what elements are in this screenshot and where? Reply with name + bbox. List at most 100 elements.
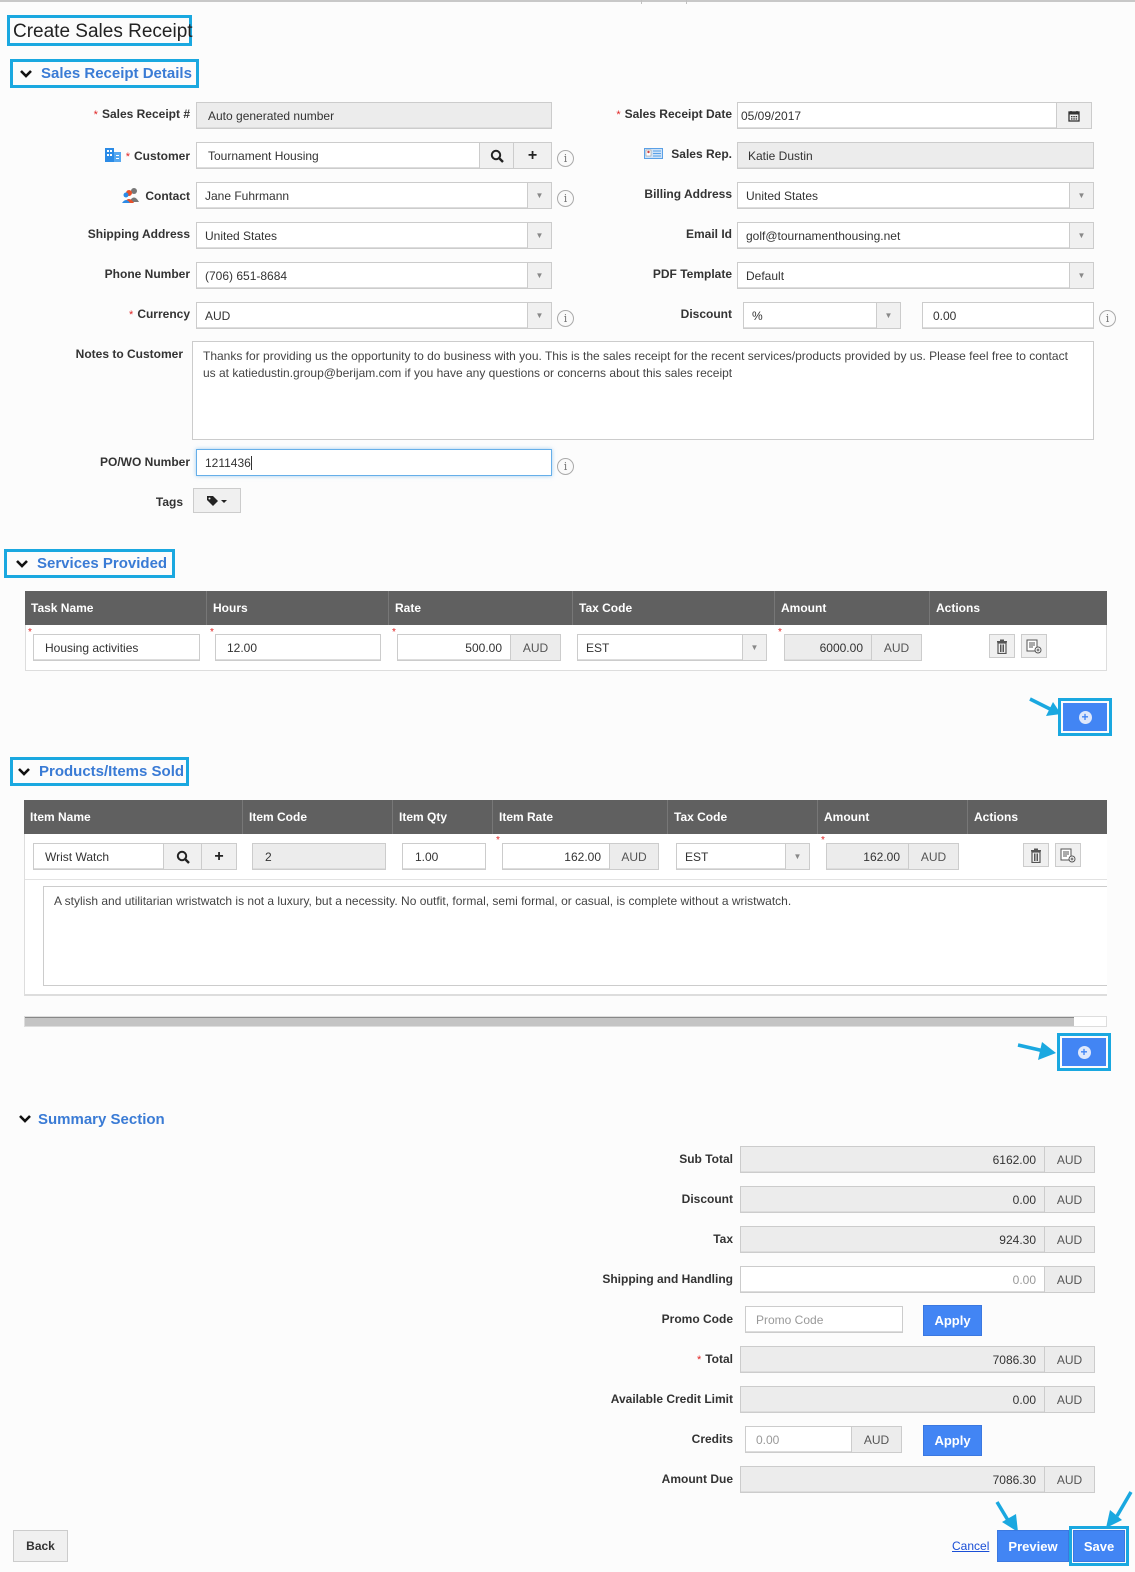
discount-type-select[interactable]: % ▼: [743, 302, 901, 329]
note-add-icon: [1060, 848, 1076, 862]
add-service-row-button[interactable]: +: [1058, 698, 1112, 736]
item-rate-input[interactable]: 162.00: [502, 843, 610, 870]
tag-icon: [207, 495, 227, 506]
contacts-icon: [122, 188, 140, 203]
column-header: Actions: [974, 810, 1019, 824]
discount-value-input[interactable]: 0.00: [922, 302, 1094, 329]
column-header: Item Qty: [393, 800, 493, 834]
total-field: 7086.30: [740, 1346, 1045, 1373]
add-product-row-button[interactable]: +: [1057, 1033, 1111, 1071]
add-item-description-button[interactable]: [1055, 843, 1081, 867]
delete-item-button[interactable]: [1023, 843, 1049, 867]
discount-info-icon[interactable]: i: [1099, 310, 1116, 327]
summary-discount-field: 0.00: [740, 1186, 1045, 1213]
preview-button[interactable]: Preview: [997, 1530, 1069, 1562]
billing-address-label: Billing Address: [644, 187, 732, 201]
dropdown-caret-icon: ▼: [1069, 183, 1093, 208]
column-header: Item Name: [24, 800, 243, 834]
column-header: Hours: [207, 591, 389, 625]
shipping-input[interactable]: 0.00: [740, 1266, 1045, 1293]
customer-info-icon[interactable]: i: [557, 150, 574, 167]
tax-code-select[interactable]: EST ▼: [577, 634, 767, 661]
section-title: Sales Receipt Details: [41, 65, 192, 82]
credits-input[interactable]: 0.00: [745, 1426, 852, 1453]
email-id-select[interactable]: golf@tournamenthousing.net ▼: [737, 222, 1094, 249]
pdf-template-select[interactable]: Default ▼: [737, 262, 1094, 289]
task-name-input[interactable]: Housing activities: [33, 634, 200, 661]
item-qty-input[interactable]: 1.00: [402, 843, 486, 870]
customer-search-button[interactable]: [479, 142, 514, 169]
chevron-down-icon: [19, 1115, 31, 1123]
rate-input[interactable]: 500.00: [397, 634, 511, 661]
customer-label: * Customer: [30, 147, 190, 163]
po-wo-info-icon[interactable]: i: [557, 458, 574, 475]
promo-apply-button[interactable]: Apply: [923, 1305, 982, 1336]
section-title: Summary Section: [38, 1110, 165, 1128]
sales-receipt-date-input[interactable]: 05/09/2017: [737, 102, 1057, 129]
section-header-summary[interactable]: Summary Section: [18, 1109, 165, 1129]
credit-limit-field: 0.00: [740, 1386, 1045, 1413]
tags-label: Tags: [155, 495, 183, 509]
annotation-arrow: [1106, 1491, 1133, 1528]
notes-textarea[interactable]: Thanks for providing us the opportunity …: [192, 341, 1094, 440]
dropdown-caret-icon: ▼: [1069, 263, 1093, 288]
dropdown-caret-icon: ▼: [527, 183, 551, 208]
amount-due-label: Amount Due: [661, 1472, 733, 1486]
dropdown-caret-icon: ▼: [527, 303, 551, 328]
column-header: Item Code: [243, 800, 393, 834]
section-header-details[interactable]: Sales Receipt Details: [10, 59, 199, 88]
credits-currency: AUD: [851, 1426, 902, 1453]
column-header: Amount: [775, 591, 930, 625]
section-header-products[interactable]: Products/Items Sold: [10, 757, 189, 786]
annotation-arrow: [995, 1501, 1018, 1532]
promo-code-input[interactable]: Promo Code: [745, 1306, 903, 1333]
trash-icon: [1031, 848, 1041, 863]
delete-row-button[interactable]: [989, 634, 1015, 658]
item-amount-field: 162.00: [826, 843, 909, 870]
credits-apply-button[interactable]: Apply: [923, 1425, 982, 1456]
summary-discount-label: Discount: [681, 1192, 733, 1206]
sub-total-currency: AUD: [1044, 1146, 1095, 1173]
total-currency: AUD: [1044, 1346, 1095, 1373]
column-header: Actions: [936, 601, 981, 615]
add-description-button[interactable]: [1021, 634, 1047, 658]
customer-input[interactable]: Tournament Housing: [196, 142, 480, 169]
tags-dropdown-button[interactable]: [193, 488, 241, 513]
plus-icon: +: [527, 146, 538, 164]
back-button[interactable]: Back: [13, 1530, 68, 1562]
item-rate-currency: AUD: [609, 843, 659, 870]
item-tax-code-select[interactable]: EST ▼: [676, 843, 810, 870]
column-header: Tax Code: [668, 800, 818, 834]
hours-input[interactable]: 12.00: [215, 634, 381, 661]
item-name-input[interactable]: Wrist Watch: [33, 843, 164, 870]
chevron-down-icon: [18, 767, 30, 776]
save-button[interactable]: Save: [1073, 1530, 1125, 1562]
total-label: * Total: [696, 1352, 733, 1366]
section-title: Products/Items Sold: [39, 763, 185, 780]
section-header-services[interactable]: Services Provided: [4, 549, 175, 578]
item-search-button[interactable]: [163, 843, 202, 870]
item-description-textarea[interactable]: A stylish and utilitarian wristwatch is …: [43, 886, 1107, 986]
services-table-header: Task Name Hours Rate Tax Code Amount Act…: [25, 591, 1107, 625]
shipping-address-label: Shipping Address: [87, 227, 190, 241]
horizontal-scrollbar[interactable]: [24, 1016, 1107, 1027]
phone-number-select[interactable]: (706) 651-8684 ▼: [196, 262, 552, 289]
calendar-button[interactable]: [1056, 102, 1092, 129]
scrollbar-thumb[interactable]: [25, 1017, 1074, 1026]
billing-address-select[interactable]: United States ▼: [737, 182, 1094, 209]
customer-add-button[interactable]: +: [513, 142, 552, 169]
search-icon: [490, 149, 504, 163]
id-card-icon: [644, 148, 664, 159]
po-wo-number-input[interactable]: 1211436: [196, 449, 552, 476]
contact-info-icon[interactable]: i: [557, 190, 574, 207]
dropdown-caret-icon: ▼: [742, 635, 766, 660]
item-add-button[interactable]: +: [201, 843, 237, 870]
contact-select[interactable]: Jane Fuhrmann ▼: [196, 182, 552, 209]
annotation-arrow: [1017, 1042, 1056, 1060]
currency-select[interactable]: AUD ▼: [196, 302, 552, 329]
discount-label: Discount: [680, 307, 732, 321]
shipping-address-select[interactable]: United States ▼: [196, 222, 552, 249]
cancel-link[interactable]: Cancel: [952, 1539, 989, 1553]
dropdown-caret-icon: ▼: [527, 263, 551, 288]
currency-info-icon[interactable]: i: [557, 310, 574, 327]
